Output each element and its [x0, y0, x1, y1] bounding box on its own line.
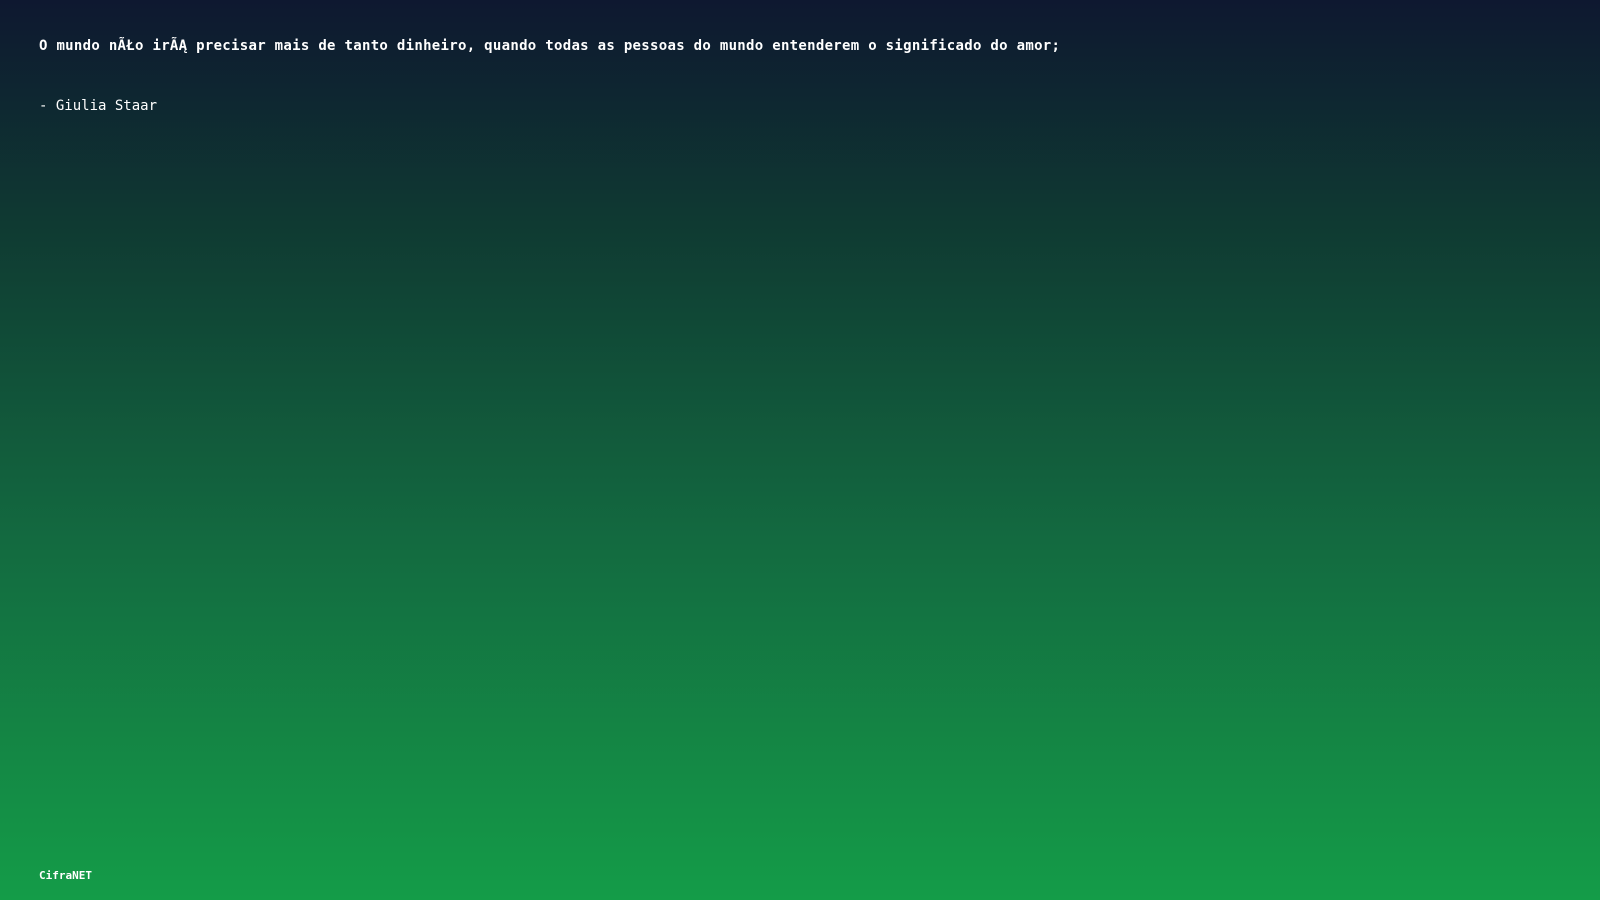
quote-text: O mundo nÃŁo irÃĄ precisar mais de tanto…: [39, 38, 1061, 54]
brand-label: CifraNET: [39, 869, 92, 882]
quote-author: - Giulia Staar: [39, 98, 158, 114]
